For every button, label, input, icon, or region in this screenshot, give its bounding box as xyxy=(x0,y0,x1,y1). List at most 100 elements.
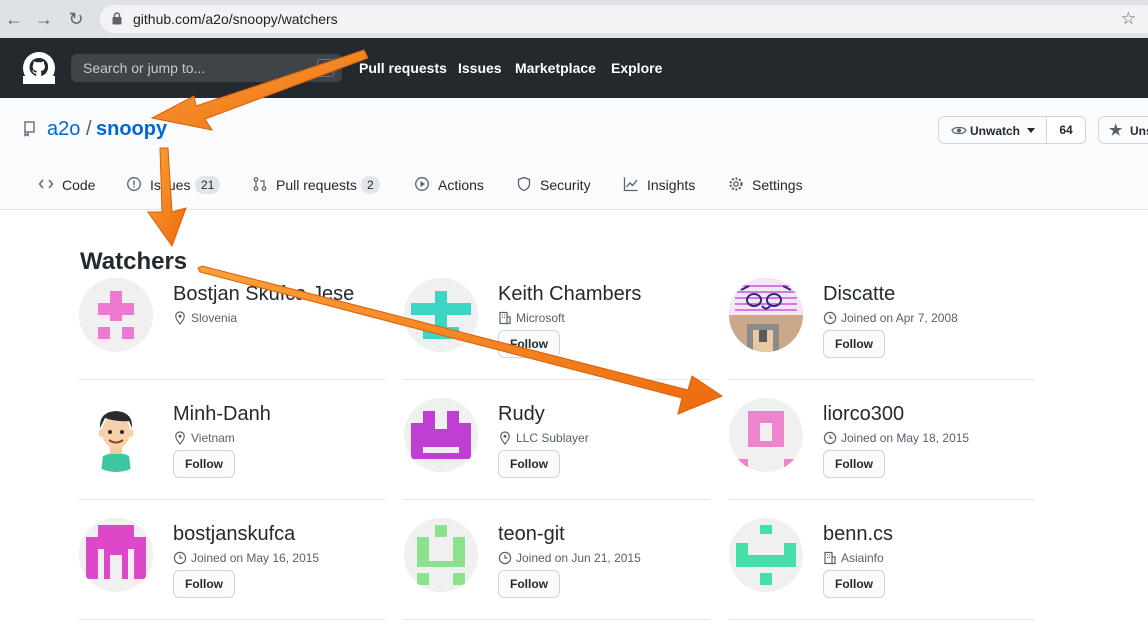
unstar-button[interactable]: ★ Unstar xyxy=(1098,116,1148,144)
tab-security[interactable]: Security xyxy=(516,176,600,196)
search-shortcut-key: / xyxy=(317,59,334,77)
watcher-company: Microsoft xyxy=(516,311,565,325)
watcher-name[interactable]: Keith Chambers xyxy=(498,283,641,306)
watcher-meta: Asiainfo xyxy=(823,551,884,565)
caret-down-icon xyxy=(1027,128,1035,133)
bookmark-star-icon[interactable]: ☆ xyxy=(1121,9,1136,29)
play-icon xyxy=(415,177,429,191)
avatar[interactable] xyxy=(404,278,478,352)
search-input[interactable]: Search or jump to... / xyxy=(71,54,342,82)
watcher-meta: Joined on Jun 21, 2015 xyxy=(498,551,641,565)
nav-explore[interactable]: Explore xyxy=(611,60,662,76)
gear-icon xyxy=(729,177,743,191)
watcher-card: benn.cs Asiainfo Follow xyxy=(729,500,1035,620)
tab-actions[interactable]: Actions xyxy=(414,176,494,196)
clock-icon xyxy=(823,311,837,325)
github-logo-icon[interactable] xyxy=(23,52,55,84)
clock-icon xyxy=(823,431,837,445)
avatar[interactable] xyxy=(404,398,478,472)
address-bar[interactable]: github.com/a2o/snoopy/watchers ☆ xyxy=(100,5,1148,33)
clock-icon xyxy=(498,551,512,565)
avatar[interactable] xyxy=(729,518,803,592)
watchers-count[interactable]: 64 xyxy=(1046,116,1086,144)
watcher-meta: LLC Sublayer xyxy=(498,431,589,445)
location-icon xyxy=(500,431,510,445)
location-icon xyxy=(175,311,185,325)
tab-settings[interactable]: Settings xyxy=(728,176,808,196)
clock-icon xyxy=(173,551,187,565)
tab-label: Pull requests xyxy=(276,177,357,193)
watcher-card: Minh-Danh Vietnam Follow xyxy=(79,380,385,500)
issues-counter: 21 xyxy=(195,176,221,194)
watcher-name[interactable]: Discatte xyxy=(823,283,895,306)
tab-label: Issues xyxy=(150,177,191,193)
watcher-location: LLC Sublayer xyxy=(516,431,589,445)
follow-button[interactable]: Follow xyxy=(823,330,885,358)
pull-requests-counter: 2 xyxy=(361,176,380,194)
tab-code[interactable]: Code xyxy=(38,176,108,196)
pull-request-icon xyxy=(253,177,267,191)
tab-label: Security xyxy=(540,177,591,193)
repo-header: a2o / snoopy Unwatch 64 ★ Unstar Code Is… xyxy=(0,98,1148,210)
watcher-location: Vietnam xyxy=(191,431,235,445)
tab-label: Actions xyxy=(438,177,484,193)
watcher-card: Bostjan Skufca Jese Slovenia xyxy=(79,260,385,380)
follow-button[interactable]: Follow xyxy=(498,450,560,478)
watcher-name[interactable]: benn.cs xyxy=(823,523,893,546)
avatar[interactable] xyxy=(79,518,153,592)
watcher-joined: Joined on Apr 7, 2008 xyxy=(841,311,958,325)
search-placeholder: Search or jump to... xyxy=(83,60,206,76)
follow-button[interactable]: Follow xyxy=(173,570,235,598)
watcher-name[interactable]: Rudy xyxy=(498,403,545,426)
watcher-name[interactable]: liorco300 xyxy=(823,403,904,426)
star-icon: ★ xyxy=(1109,122,1123,139)
issue-icon xyxy=(127,177,141,191)
nav-issues[interactable]: Issues xyxy=(458,60,502,76)
watcher-name[interactable]: bostjanskufca xyxy=(173,523,295,546)
unwatch-label: Unwatch xyxy=(970,124,1021,138)
watcher-name[interactable]: Minh-Danh xyxy=(173,403,271,426)
repo-icon xyxy=(24,121,35,137)
watcher-meta: Microsoft xyxy=(498,311,565,325)
unwatch-button[interactable]: Unwatch xyxy=(938,116,1047,144)
avatar[interactable] xyxy=(729,398,803,472)
follow-button[interactable]: Follow xyxy=(173,450,235,478)
watcher-card: Discatte Joined on Apr 7, 2008 Follow xyxy=(729,260,1035,380)
avatar[interactable] xyxy=(79,278,153,352)
repo-name-link[interactable]: snoopy xyxy=(96,118,167,141)
watcher-name[interactable]: teon-git xyxy=(498,523,565,546)
browser-toolbar: ← → ↻ github.com/a2o/snoopy/watchers ☆ xyxy=(0,0,1148,38)
avatar[interactable] xyxy=(404,518,478,592)
watcher-card: Keith Chambers Microsoft Follow xyxy=(404,260,710,380)
location-icon xyxy=(175,431,185,445)
card-divider xyxy=(79,619,385,620)
watcher-company: Asiainfo xyxy=(841,551,884,565)
follow-button[interactable]: Follow xyxy=(498,330,560,358)
nav-marketplace[interactable]: Marketplace xyxy=(515,60,596,76)
watcher-card: Rudy LLC Sublayer Follow xyxy=(404,380,710,500)
follow-button[interactable]: Follow xyxy=(823,570,885,598)
organization-icon xyxy=(824,551,836,565)
card-divider xyxy=(729,619,1035,620)
avatar[interactable] xyxy=(729,278,803,352)
follow-button[interactable]: Follow xyxy=(823,450,885,478)
watcher-card: bostjanskufca Joined on May 16, 2015 Fol… xyxy=(79,500,385,620)
watcher-joined: Joined on Jun 21, 2015 xyxy=(516,551,641,565)
watcher-card: teon-git Joined on Jun 21, 2015 Follow xyxy=(404,500,710,620)
arrow-right-icon[interactable]: → xyxy=(33,8,55,30)
tab-insights[interactable]: Insights xyxy=(623,176,703,196)
reload-icon[interactable]: ↻ xyxy=(65,8,87,30)
watcher-name[interactable]: Bostjan Skufca Jese xyxy=(173,283,354,306)
follow-button[interactable]: Follow xyxy=(498,570,560,598)
arrow-left-icon[interactable]: ← xyxy=(3,8,25,30)
tab-issues[interactable]: Issues 21 xyxy=(126,176,226,196)
tab-pull-requests[interactable]: Pull requests 2 xyxy=(252,176,392,196)
repo-owner-link[interactable]: a2o xyxy=(47,118,80,141)
nav-pull-requests[interactable]: Pull requests xyxy=(359,60,447,76)
lock-icon xyxy=(112,12,122,25)
url-text: github.com/a2o/snoopy/watchers xyxy=(133,11,338,27)
watcher-meta: Vietnam xyxy=(173,431,235,445)
unstar-label: Unstar xyxy=(1130,124,1148,138)
github-header: Search or jump to... / Pull requests Iss… xyxy=(0,38,1148,98)
avatar[interactable] xyxy=(79,398,153,472)
